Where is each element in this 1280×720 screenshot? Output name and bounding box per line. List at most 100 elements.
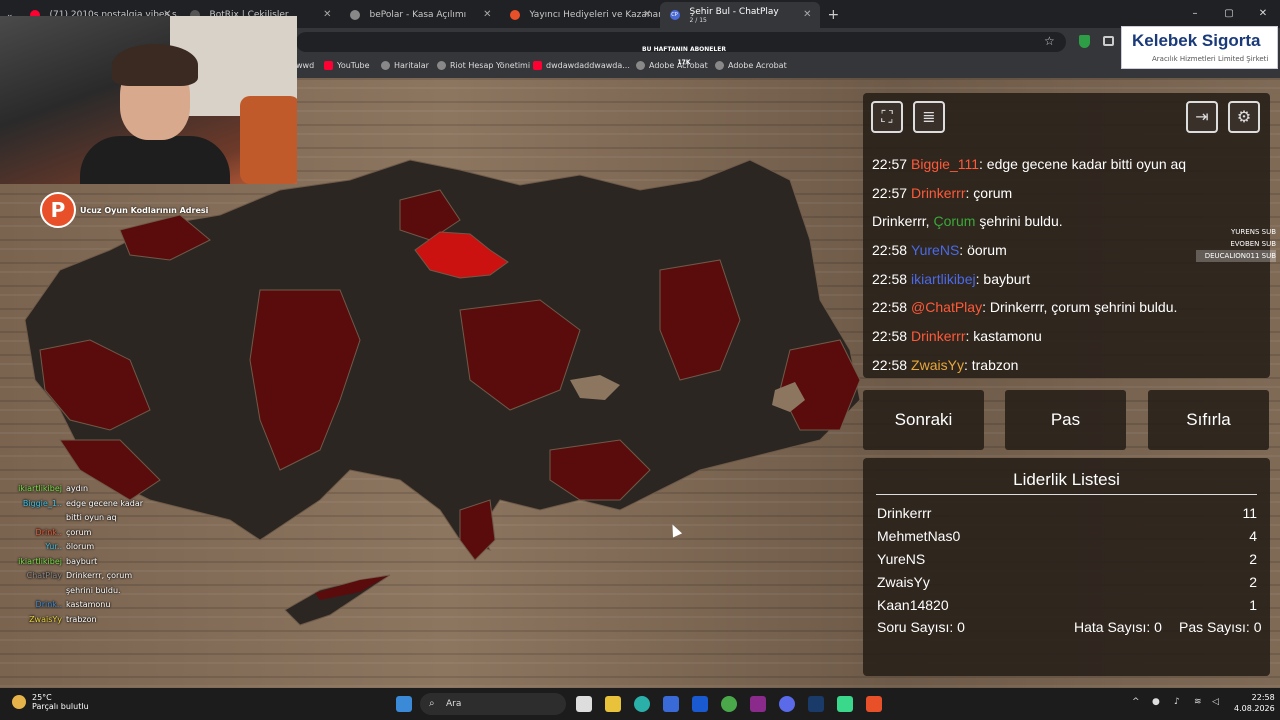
leaderboard-row: Drinkerrr 11	[877, 505, 1257, 521]
tab-gifts[interactable]: Yayıncı Hediyeleri ve Kazananlar✕	[500, 2, 660, 28]
globe-icon	[437, 61, 446, 70]
weather-widget[interactable]: 25°C Parçalı bulutlu	[12, 693, 89, 711]
chat-user[interactable]: ZwaisYy	[911, 357, 964, 373]
promo-text: Ucuz Oyun Kodlarının Adresi	[80, 205, 209, 215]
notes-icon[interactable]: ≣	[913, 101, 945, 133]
sponsor-banner: Kelebek Sigorta Aracılık Hizmetleri Limi…	[1121, 26, 1278, 69]
tab-chatplay[interactable]: CP Şehir Bul - ChatPlay 2 / 15 ✕	[659, 2, 820, 28]
tab-subtitle: 2 / 15	[689, 17, 707, 24]
chat-message: 22:57 Biggie_111: edge gecene kadar bitti…	[872, 150, 1262, 179]
task-view-icon[interactable]	[576, 696, 592, 712]
weekly-subscribers-overlay: BU HAFTANIN ABONELER 17K	[624, 46, 744, 66]
bookmark-item[interactable]: YouTube	[324, 61, 370, 70]
logout-icon[interactable]: ⇥	[1186, 101, 1218, 133]
bookmark-item[interactable]: dwdawdaddwawda...	[533, 61, 630, 70]
windows-start-icon[interactable]	[396, 696, 412, 712]
fullscreen-icon[interactable]: ⛶	[871, 101, 903, 133]
globe-icon	[349, 10, 360, 20]
overlay-chat-user: ikiartlikibej	[18, 484, 62, 493]
steam-icon[interactable]	[808, 696, 824, 712]
overlay-chat-user: Yur..	[45, 542, 62, 551]
overlay-chat-msg: edge gecene kadar bitti oyun aq	[66, 498, 144, 523]
chat-messages: 22:57 Biggie_111: edge gecene kadar bitti…	[872, 150, 1262, 378]
bookmark-label: wwd	[296, 61, 315, 70]
maximize-button[interactable]: ▢	[1212, 0, 1246, 28]
chat-user[interactable]: YureNS	[911, 242, 959, 258]
bookmark-item[interactable]: wwd	[296, 61, 314, 70]
extension-icon[interactable]	[1103, 36, 1114, 46]
close-tab-icon[interactable]: ✕	[323, 2, 331, 28]
chat-user[interactable]: Drinkerrr	[911, 328, 965, 344]
bookmark-label: dwdawdaddwawda...	[546, 61, 630, 70]
chat-user[interactable]: Biggie_111	[911, 156, 979, 172]
player-name: Kaan14820	[877, 597, 949, 613]
close-tab-icon[interactable]: ✕	[803, 2, 811, 28]
chat-message: 22:58 @ChatPlay: Drinkerrr, çorum şehrini…	[872, 293, 1262, 322]
leaderboard-row: Kaan14820 1	[877, 597, 1257, 613]
shield-extension-icon[interactable]	[1079, 35, 1090, 48]
clock[interactable]: 22:58 4.08.2026	[1234, 692, 1275, 714]
leaderboard-row: YureNS 2	[877, 551, 1257, 567]
pass-button[interactable]: Pas	[1005, 390, 1126, 450]
bookmark-label: Haritalar	[394, 61, 429, 70]
overlay-chat-line: ChatPlay Drinkerrr, çorum şehrini buldu.	[6, 569, 156, 598]
clock-time: 22:58	[1251, 693, 1275, 702]
leaderboard-row: MehmetNas0 4	[877, 528, 1257, 544]
bookmark-label: Riot Hesap Yönetimi	[450, 61, 531, 70]
webcam-chair	[240, 96, 297, 184]
overlay-chat-user: Drink..	[35, 527, 62, 537]
overlay-chat-line: Biggie_1.. edge gecene kadar bitti oyun a…	[6, 497, 156, 526]
clock-date: 4.08.2026	[1234, 704, 1275, 713]
bookmark-item[interactable]: Haritalar	[381, 61, 429, 70]
overlay-chat-msg: ölorum	[66, 542, 95, 551]
gear-icon[interactable]: ⚙	[1228, 101, 1260, 133]
chat-user[interactable]: ikiartlikibej	[911, 271, 976, 287]
taskbar: 25°C Parçalı bulutlu ⌕ Ara ^ ● ♪ ≋ ◁ 22:58…	[0, 688, 1280, 720]
app-icon[interactable]	[750, 696, 766, 712]
chat-text: : çorum	[965, 184, 1013, 201]
minimize-button[interactable]: –	[1178, 0, 1212, 28]
overlay-chat-msg: kastamonu	[66, 600, 111, 609]
chat-message: 22:57 Drinkerrr: çorum	[872, 179, 1262, 208]
close-tab-icon[interactable]: ✕	[483, 2, 491, 28]
leaderboard: Liderlik Listesi Drinkerrr 11 MehmetNas0 4…	[863, 458, 1270, 676]
new-tab-button[interactable]: +	[828, 2, 840, 28]
chat-user[interactable]: Drinkerrr	[911, 185, 965, 201]
map-region-owned[interactable]	[459, 499, 496, 561]
overlay-chat-line: Drink.. çorum	[6, 526, 156, 541]
close-window-button[interactable]: ✕	[1246, 0, 1280, 28]
pass-count: Pas Sayısı: 0	[1179, 619, 1262, 635]
bookmark-star-icon[interactable]: ☆	[1044, 34, 1055, 48]
sponsor-brand: Kelebek Sigorta	[1132, 31, 1261, 50]
app-icon[interactable]	[837, 696, 853, 712]
file-explorer-icon[interactable]	[605, 696, 621, 712]
overlay-chat-line: Yur.. ölorum	[6, 540, 156, 555]
player-score: 2	[1249, 574, 1257, 590]
close-tab-icon[interactable]: ✕	[643, 2, 651, 28]
tray-app-icon[interactable]: ●	[1152, 697, 1160, 707]
chatplay-icon: CP	[669, 10, 680, 20]
tab-bepolar[interactable]: bePolar - Kasa Açılımı ✕	[340, 2, 500, 28]
microphone-icon[interactable]: ♪	[1174, 697, 1180, 707]
edge-icon[interactable]	[634, 696, 650, 712]
chat-user[interactable]: @ChatPlay	[911, 299, 982, 315]
chat-time: 22:57	[872, 184, 908, 201]
discord-icon[interactable]	[779, 696, 795, 712]
bookmark-item[interactable]: Riot Hesap Yönetimi	[437, 61, 530, 70]
search-icon: ⌕	[429, 698, 435, 709]
taskbar-search[interactable]: ⌕ Ara	[420, 693, 566, 715]
outlook-icon[interactable]	[692, 696, 708, 712]
player-name: Drinkerrr	[877, 505, 932, 521]
overlay-chat-user: ikiartlikibej	[18, 556, 62, 566]
overlay-chat-user: Biggie_1..	[22, 498, 62, 508]
overlay-chat-line: Drink.. kastamonu	[6, 598, 156, 613]
volume-icon[interactable]: ◁	[1212, 697, 1219, 707]
brave-icon[interactable]	[866, 696, 882, 712]
tray-chevron-icon[interactable]: ^	[1132, 697, 1140, 707]
reset-button[interactable]: Sıfırla	[1148, 390, 1269, 450]
system-post: şehrini buldu.	[975, 213, 1063, 230]
chrome-icon[interactable]	[721, 696, 737, 712]
store-icon[interactable]	[663, 696, 679, 712]
next-button[interactable]: Sonraki	[863, 390, 984, 450]
wifi-icon[interactable]: ≋	[1194, 697, 1202, 707]
